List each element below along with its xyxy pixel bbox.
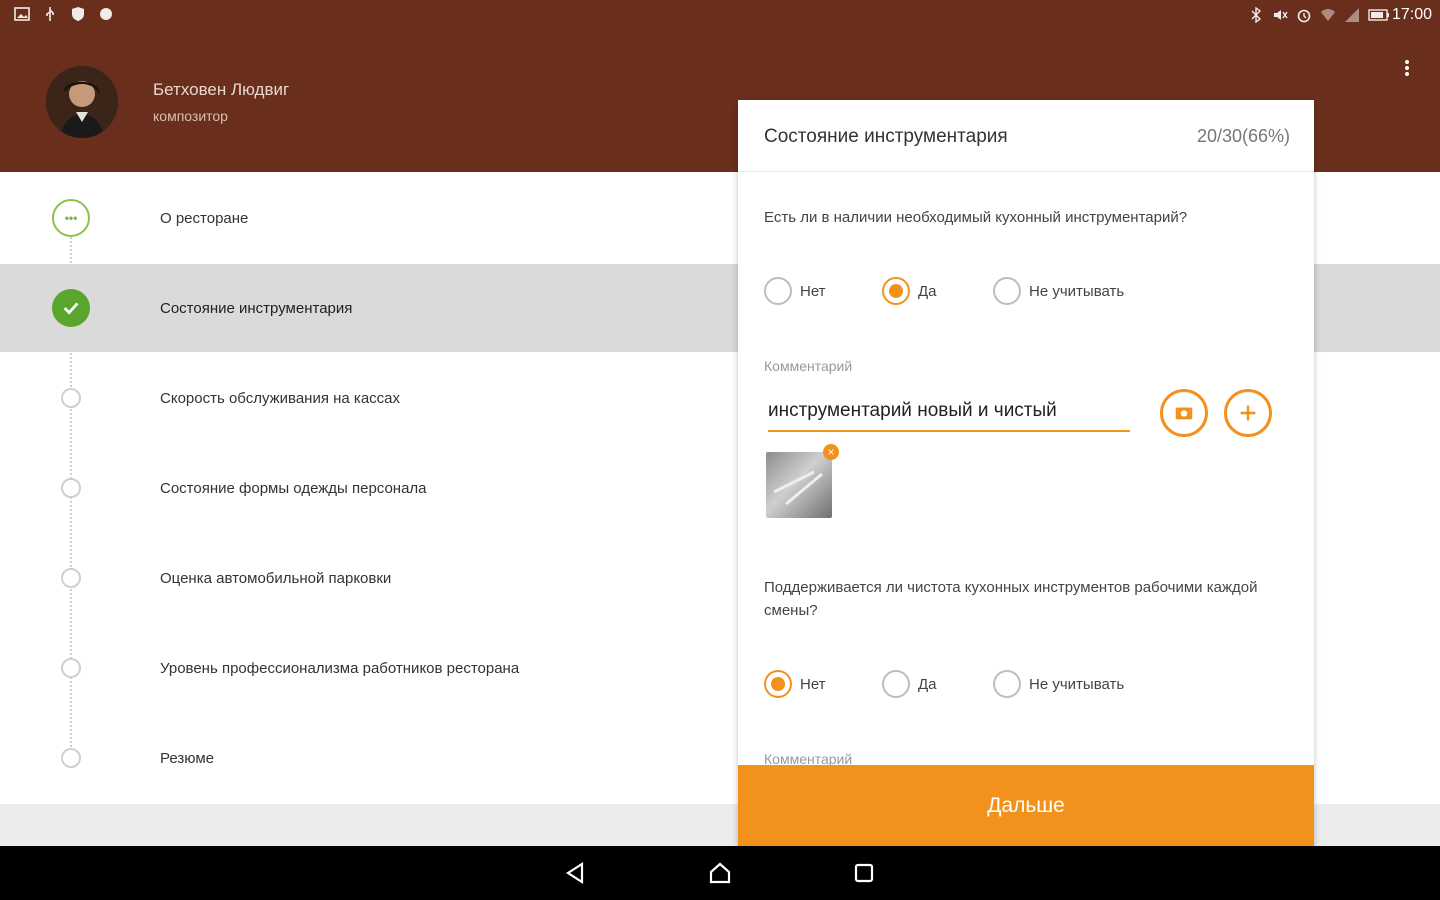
radio-label: Нет [800,282,826,300]
status-time: 17:00 [1391,6,1432,23]
radio-option-skip[interactable]: Не учитывать [993,276,1173,306]
cloud-icon [98,6,114,22]
radio-label: Да [918,282,937,300]
question-text: Поддерживается ли чистота кухонных инстр… [764,579,1258,619]
radio-circle[interactable] [764,670,792,698]
question-card: Состояние инструментария 20/30(66%) Есть… [738,100,1314,846]
alarm-icon [1296,7,1312,23]
camera-button[interactable] [1160,389,1208,437]
plus-icon [1240,405,1256,421]
mute-icon [1272,7,1288,23]
question-text: Есть ли в наличии необходимый кухонный и… [764,209,1188,226]
shield-icon [70,6,86,22]
back-icon[interactable] [562,859,590,887]
radio-label: Нет [800,675,826,693]
bluetooth-icon [1248,6,1264,24]
step-pending-icon [61,658,81,678]
system-nav-bar [0,846,1440,900]
radio-option-no[interactable]: Нет [764,669,882,699]
step-label: Состояние инструментария [160,299,353,317]
radio-group: Нет Да Не учитывать [764,669,1173,699]
avatar[interactable] [46,66,118,138]
user-role: композитор [153,108,228,124]
home-icon[interactable] [706,859,734,887]
step-pending-icon [61,388,81,408]
step-label: Оценка автомобильной парковки [160,569,392,587]
battery-icon [1368,7,1389,23]
remove-attachment-icon[interactable]: × [823,444,839,460]
step-label: Уровень профессионализма работников рест… [160,659,520,677]
radio-label: Не учитывать [1029,675,1125,693]
step-pending-icon [61,568,81,588]
attachment-thumbnail[interactable] [766,452,832,518]
user-name: Бетховен Людвиг [153,80,290,99]
card-title: Состояние инструментария [764,126,1008,147]
radio-circle[interactable] [993,670,1021,698]
radio-option-yes[interactable]: Да [882,276,993,306]
step-label: Резюме [160,749,214,767]
step-label: Состояние формы одежды персонала [160,479,427,497]
comment-input[interactable]: инструментарий новый и чистый [768,396,1130,432]
step-current-icon: ••• [52,199,90,237]
next-button[interactable]: Дальше [738,765,1314,846]
step-label: О ресторане [160,209,249,227]
radio-option-no[interactable]: Нет [764,276,882,306]
usb-icon [42,6,58,22]
status-bar: 17:00 [0,0,1440,32]
radio-option-yes[interactable]: Да [882,669,993,699]
radio-label: Не учитывать [1029,282,1125,300]
image-icon [14,6,30,22]
radio-group: Нет Да Не учитывать [764,276,1173,306]
step-label: Скорость обслуживания на кассах [160,389,401,407]
recents-icon[interactable] [850,859,878,887]
radio-circle[interactable] [993,277,1021,305]
add-attachment-button[interactable] [1224,389,1272,437]
radio-circle[interactable] [764,277,792,305]
overflow-menu-icon[interactable] [1402,58,1412,80]
radio-circle[interactable] [882,670,910,698]
check-icon [52,289,90,327]
radio-label: Да [918,675,937,693]
camera-icon [1175,407,1193,420]
card-header: Состояние инструментария 20/30(66%) [738,100,1314,172]
comment-label: Комментарий [764,358,853,374]
wifi-icon [1320,7,1336,23]
step-pending-icon [61,478,81,498]
radio-option-skip[interactable]: Не учитывать [993,669,1173,699]
signal-icon [1344,7,1360,23]
progress-counter: 20/30(66%) [1196,126,1290,146]
step-pending-icon [61,748,81,768]
radio-circle[interactable] [882,277,910,305]
